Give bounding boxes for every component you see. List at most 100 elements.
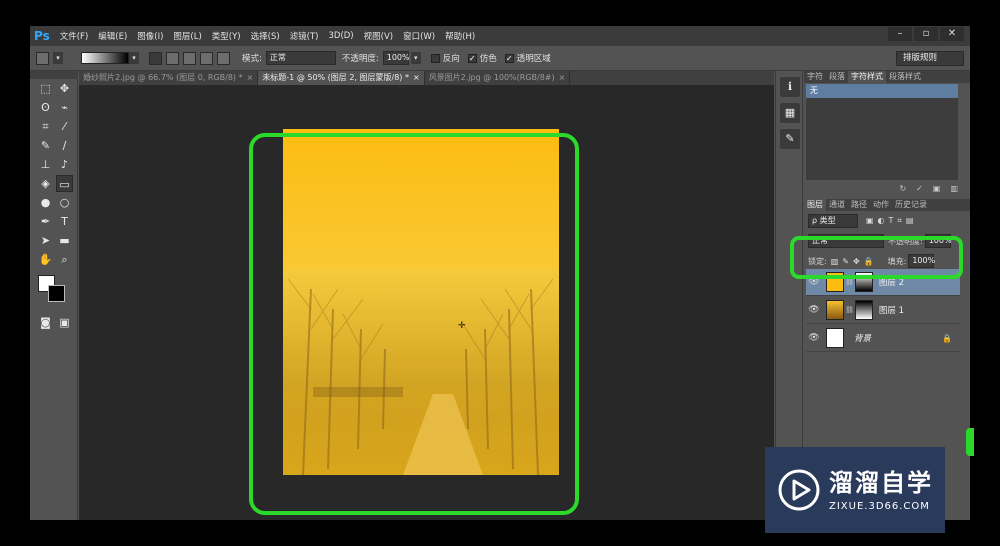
- tab-history[interactable]: 历史记录: [892, 199, 930, 211]
- tab-landscape-photo[interactable]: 风景图片2.jpg @ 100%(RGB/8#) ×: [424, 71, 571, 85]
- quick-select-tool-icon[interactable]: ⌁: [56, 99, 73, 116]
- tab-label: 未标题-1 @ 50% (图层 2, 图层蒙版/8) *: [262, 73, 409, 82]
- close-icon[interactable]: ×: [559, 73, 566, 82]
- tab-paragraph[interactable]: 段落: [826, 71, 848, 83]
- menu-file[interactable]: 文件(F): [60, 30, 89, 42]
- canvas-area[interactable]: ✛: [79, 85, 774, 520]
- stamp-tool-icon[interactable]: ⊥: [37, 156, 54, 173]
- rectangle-tool-icon[interactable]: ▬: [56, 232, 73, 249]
- close-icon[interactable]: ×: [247, 73, 254, 82]
- tab-untitled-1[interactable]: 未标题-1 @ 50% (图层 2, 图层蒙版/8) * ×: [258, 71, 425, 85]
- kind-filter-select[interactable]: ρ 类型: [808, 214, 858, 228]
- dodge-tool-icon[interactable]: ○: [56, 194, 73, 211]
- options-bar: ▾ ▾ 模式: 正常 不透明度: 100% ▾ 反向 ✓ 仿色 ✓ 透明区域 排…: [30, 46, 970, 71]
- refresh-icon[interactable]: ↻: [899, 184, 906, 196]
- reverse-checkbox[interactable]: [430, 53, 440, 63]
- mode-select[interactable]: 正常: [265, 51, 336, 65]
- brush-tool-icon[interactable]: ∕: [56, 137, 73, 154]
- gradient-dropdown-icon[interactable]: ▾: [129, 52, 139, 64]
- history-brush-tool-icon[interactable]: ♪: [56, 156, 73, 173]
- link-chain-icon[interactable]: ⛓: [845, 278, 854, 286]
- blur-tool-icon[interactable]: ●: [37, 194, 54, 211]
- tab-actions[interactable]: 动作: [870, 199, 892, 211]
- tab-character[interactable]: 字符: [804, 71, 826, 83]
- dither-label: 仿色: [479, 54, 497, 64]
- tab-character-styles[interactable]: 字符样式: [848, 71, 886, 83]
- window-controls: – ▫ ✕: [888, 27, 964, 41]
- character-styles-list: 无: [806, 84, 958, 180]
- swatches-icon[interactable]: ▦: [780, 103, 800, 123]
- tab-layers[interactable]: 图层: [804, 199, 826, 211]
- transparency-checkbox[interactable]: ✓: [504, 53, 514, 63]
- tab-label: 风景图片2.jpg @ 100%(RGB/8#): [428, 73, 555, 82]
- transparency-label: 透明区域: [516, 54, 551, 64]
- tab-paragraph-styles[interactable]: 段落样式: [886, 71, 924, 83]
- marquee-tool-icon[interactable]: ⬚: [37, 80, 54, 97]
- menu-3d[interactable]: 3D(D): [328, 31, 353, 41]
- layer-thumbnail: [826, 328, 844, 348]
- zoom-tool-icon[interactable]: ⌕: [56, 251, 73, 268]
- radial-gradient-icon[interactable]: [166, 51, 179, 65]
- healing-brush-tool-icon[interactable]: ✎: [37, 137, 54, 154]
- menu-type[interactable]: 类型(Y): [212, 30, 241, 42]
- gradient-tool-icon[interactable]: ▭: [56, 175, 73, 192]
- angle-gradient-icon[interactable]: [183, 51, 196, 65]
- visibility-eye-icon[interactable]: 👁: [806, 333, 822, 343]
- menu-image[interactable]: 图像(I): [137, 30, 163, 42]
- menu-select[interactable]: 选择(S): [251, 30, 280, 42]
- workspace-select[interactable]: 排版规则: [896, 51, 964, 66]
- move-tool-icon[interactable]: ✥: [56, 80, 73, 97]
- toolbar-grip[interactable]: [30, 71, 78, 79]
- link-chain-icon[interactable]: ⛓: [845, 306, 854, 314]
- filter-icons[interactable]: ▣◐T⌗▤: [866, 216, 918, 226]
- type-tool-icon[interactable]: T: [56, 213, 73, 230]
- style-item-none[interactable]: 无: [806, 84, 958, 98]
- lasso-tool-icon[interactable]: ʘ: [37, 99, 54, 116]
- menu-layer[interactable]: 图层(L): [173, 30, 201, 42]
- opacity-input[interactable]: 100%: [382, 51, 410, 65]
- tab-channels[interactable]: 通道: [826, 199, 848, 211]
- brush-presets-icon[interactable]: ✎: [780, 129, 800, 149]
- layer-row-1[interactable]: 👁 ⛓ 图层 1: [806, 297, 960, 324]
- layer-row-background[interactable]: 👁 背景 🔒: [806, 325, 960, 352]
- tab-paths[interactable]: 路径: [848, 199, 870, 211]
- layer-mask-thumbnail[interactable]: [854, 300, 873, 320]
- menu-filter[interactable]: 滤镜(T): [290, 30, 319, 42]
- menu-view[interactable]: 视图(V): [364, 30, 393, 42]
- restore-button[interactable]: ▫: [914, 27, 938, 41]
- path-select-tool-icon[interactable]: ➤: [37, 232, 54, 249]
- pen-tool-icon[interactable]: ✒: [37, 213, 54, 230]
- eyedropper-tool-icon[interactable]: ⁄: [56, 118, 73, 135]
- check-icon[interactable]: ✓: [916, 184, 923, 196]
- crop-tool-icon[interactable]: ⌗: [37, 118, 54, 135]
- tool-preset-icon[interactable]: [36, 51, 49, 65]
- menu-edit[interactable]: 编辑(E): [98, 30, 127, 42]
- new-style-icon[interactable]: ▣: [933, 184, 941, 196]
- watermark-title: 溜溜自学: [829, 468, 933, 497]
- tools-panel: ⬚ ✥ ʘ ⌁ ⌗ ⁄ ✎ ∕ ⊥ ♪ ◈ ▭ ● ○ ✒ T ➤ ▬ ✋ ⌕ ◙ ▣: [30, 71, 78, 520]
- eraser-tool-icon[interactable]: ◈: [37, 175, 54, 192]
- color-swatches: [30, 271, 77, 313]
- diamond-gradient-icon[interactable]: [217, 51, 230, 65]
- background-color[interactable]: [48, 285, 65, 302]
- trash-icon[interactable]: ▥: [950, 184, 958, 196]
- menu-window[interactable]: 窗口(W): [403, 30, 435, 42]
- visibility-eye-icon[interactable]: 👁: [806, 305, 822, 315]
- chevron-down-icon[interactable]: ▾: [53, 52, 63, 64]
- dither-checkbox[interactable]: ✓: [467, 53, 477, 63]
- minimize-button[interactable]: –: [888, 27, 912, 41]
- gradient-swatch[interactable]: [81, 52, 129, 64]
- quick-mask-icon[interactable]: ◙: [37, 314, 54, 331]
- menu-help[interactable]: 帮助(H): [445, 30, 475, 42]
- linear-gradient-icon[interactable]: [149, 51, 162, 65]
- opacity-dropdown-icon[interactable]: ▾: [410, 52, 421, 64]
- lock-icon: 🔒: [942, 333, 952, 343]
- reflected-gradient-icon[interactable]: [200, 51, 213, 65]
- close-icon[interactable]: ×: [413, 73, 420, 82]
- tab-wedding-photo[interactable]: 婚纱照片2.jpg @ 66.7% (图层 0, RGB/8) * ×: [79, 71, 259, 85]
- screen-mode-icon[interactable]: ▣: [56, 314, 73, 331]
- info-icon[interactable]: ℹ: [780, 77, 800, 97]
- close-button[interactable]: ✕: [940, 27, 964, 41]
- reverse-label: 反向: [442, 54, 460, 64]
- hand-tool-icon[interactable]: ✋: [37, 251, 54, 268]
